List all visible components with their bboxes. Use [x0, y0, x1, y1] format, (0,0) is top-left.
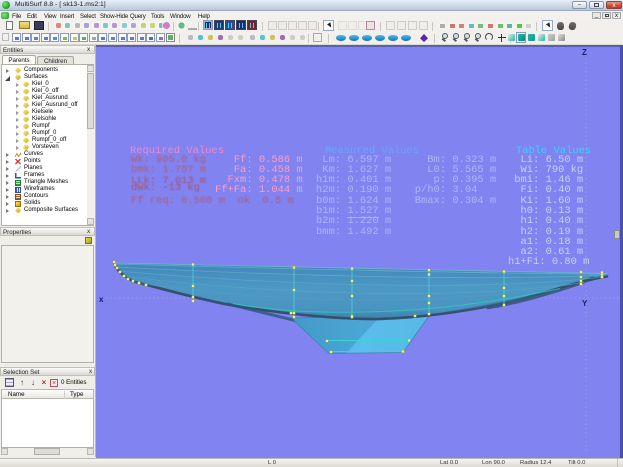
- svg-text:x: x: [99, 295, 104, 304]
- svg-text:Z: Z: [582, 48, 587, 57]
- svg-text:Y: Y: [582, 299, 588, 308]
